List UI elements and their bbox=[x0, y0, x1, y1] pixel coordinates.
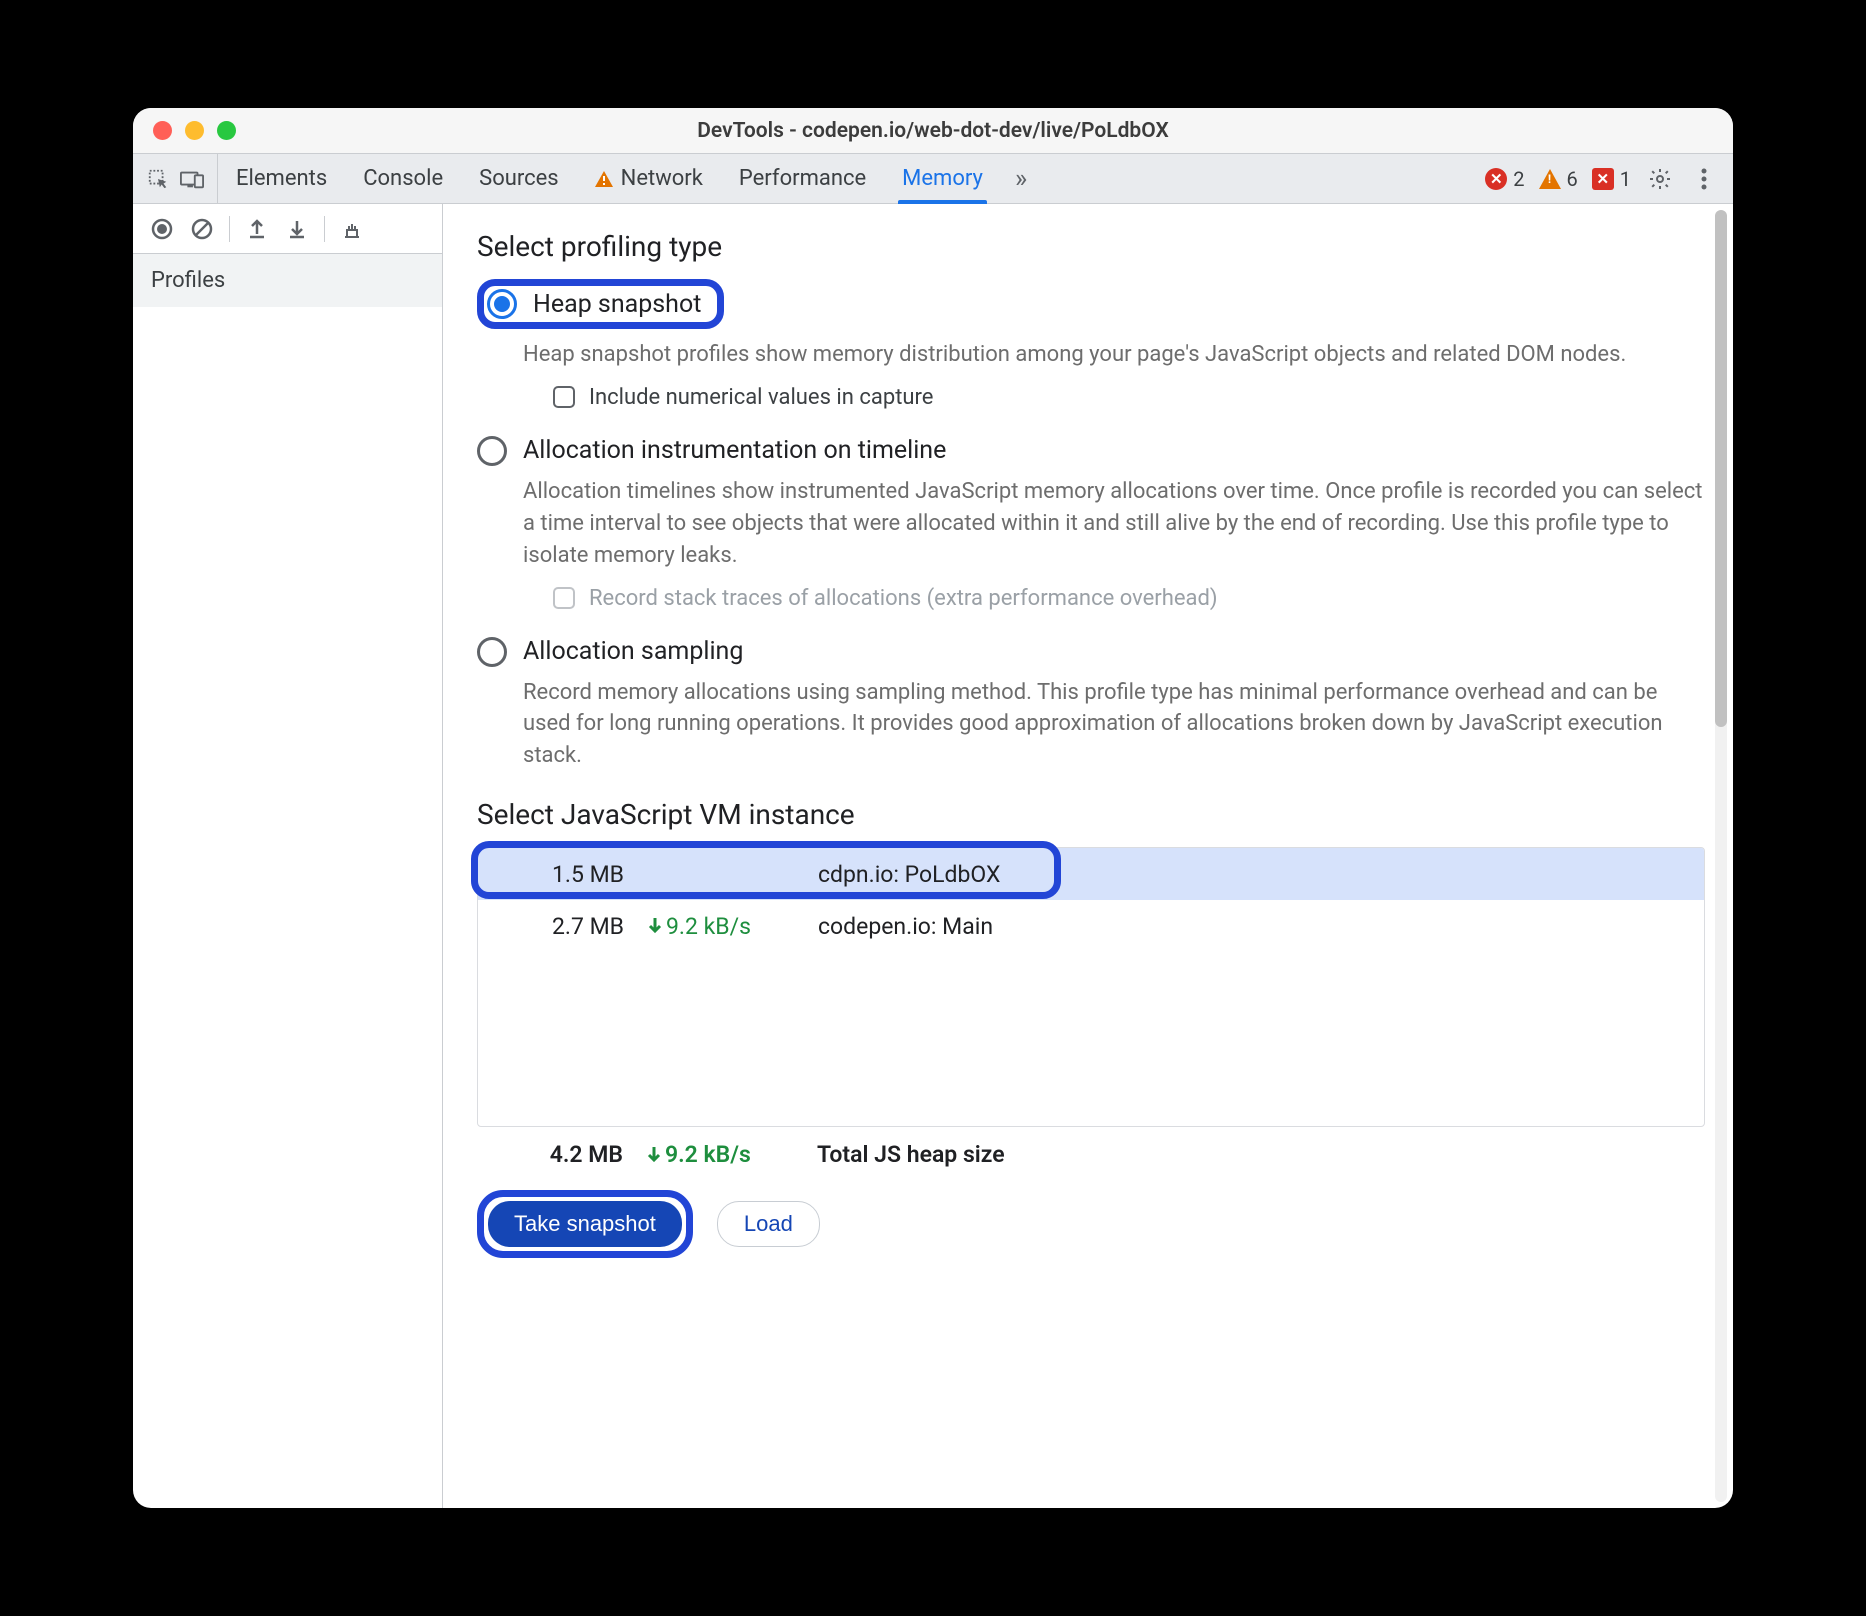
vm-totals-row: 4.2 MB 9.2 kB/s Total JS heap size bbox=[477, 1127, 1705, 1168]
separator bbox=[229, 216, 230, 242]
sidebar-toolbar bbox=[133, 204, 442, 254]
warnings-counter[interactable]: ! 6 bbox=[1539, 167, 1578, 191]
radio-allocation-timeline[interactable] bbox=[477, 436, 507, 466]
clear-button[interactable] bbox=[185, 212, 219, 246]
checkbox-record-stack-traces: Record stack traces of allocations (extr… bbox=[553, 586, 1705, 611]
download-button[interactable] bbox=[280, 212, 314, 246]
upload-button[interactable] bbox=[240, 212, 274, 246]
radio-heap-snapshot[interactable] bbox=[487, 289, 517, 319]
profile-option-title[interactable]: Allocation instrumentation on timeline bbox=[523, 436, 946, 465]
profile-option-description: Allocation timelines show instrumented J… bbox=[523, 476, 1705, 572]
scrollbar-thumb[interactable] bbox=[1715, 210, 1727, 727]
tabbar-right: ✕ 2 ! 6 ✕ 1 bbox=[1471, 154, 1733, 203]
total-rate: 9.2 kB/s bbox=[647, 1141, 817, 1168]
tab-network[interactable]: Network bbox=[577, 154, 721, 203]
vm-instance-row[interactable]: 2.7 MB 9.2 kB/s codepen.io: Main bbox=[478, 900, 1704, 952]
minimize-window-button[interactable] bbox=[185, 121, 204, 140]
panel-tabs: Elements Console Sources Network Perform… bbox=[218, 154, 1001, 203]
total-size: 4.2 MB bbox=[497, 1141, 647, 1168]
errors-counter[interactable]: ✕ 2 bbox=[1485, 167, 1524, 191]
inspect-element-icon[interactable] bbox=[143, 164, 173, 194]
profile-option-description: Record memory allocations using sampling… bbox=[523, 677, 1705, 773]
profile-option-allocation-timeline: Allocation instrumentation on timeline A… bbox=[477, 436, 1705, 611]
vm-name: cdpn.io: PoLdbOX bbox=[818, 861, 1684, 888]
vm-size: 1.5 MB bbox=[498, 861, 648, 888]
vm-instance-heading: Select JavaScript VM instance bbox=[477, 798, 1705, 831]
error-icon: ✕ bbox=[1485, 168, 1507, 190]
warning-triangle-icon bbox=[595, 171, 613, 187]
highlight-ring: Take snapshot bbox=[477, 1190, 693, 1258]
action-button-row: Take snapshot Load bbox=[477, 1190, 1705, 1258]
separator bbox=[324, 216, 325, 242]
vm-size: 2.7 MB bbox=[498, 913, 648, 940]
take-snapshot-button[interactable]: Take snapshot bbox=[488, 1201, 682, 1247]
vertical-scrollbar[interactable] bbox=[1715, 210, 1727, 1502]
issues-icon: ✕ bbox=[1592, 168, 1614, 190]
vm-name: codepen.io: Main bbox=[818, 913, 1684, 940]
tab-console[interactable]: Console bbox=[345, 154, 461, 203]
record-button[interactable] bbox=[145, 212, 179, 246]
profiles-sidebar: Profiles bbox=[133, 204, 443, 1508]
profile-option-title[interactable]: Heap snapshot bbox=[533, 290, 701, 319]
tabbar-left-tools bbox=[133, 154, 218, 203]
total-label: Total JS heap size bbox=[817, 1141, 1685, 1168]
close-window-button[interactable] bbox=[153, 121, 172, 140]
window-title: DevTools - codepen.io/web-dot-dev/live/P… bbox=[133, 119, 1733, 143]
checkbox-include-numerical[interactable]: Include numerical values in capture bbox=[553, 385, 1705, 410]
window-titlebar: DevTools - codepen.io/web-dot-dev/live/P… bbox=[133, 108, 1733, 154]
garbage-collect-button[interactable] bbox=[335, 212, 369, 246]
highlight-ring: Heap snapshot bbox=[477, 279, 724, 329]
vm-instance-section: 1.5 MB cdpn.io: PoLdbOX 2.7 MB 9.2 kB/s … bbox=[477, 847, 1705, 1127]
device-toolbar-icon[interactable] bbox=[177, 164, 207, 194]
settings-button[interactable] bbox=[1645, 164, 1675, 194]
vm-instance-row[interactable]: 1.5 MB cdpn.io: PoLdbOX bbox=[478, 848, 1704, 900]
profile-option-heap-snapshot: Heap snapshot Heap snapshot profiles sho… bbox=[477, 279, 1705, 410]
tab-performance[interactable]: Performance bbox=[721, 154, 884, 203]
load-button[interactable]: Load bbox=[717, 1201, 820, 1247]
profiling-type-heading: Select profiling type bbox=[477, 230, 1705, 263]
tab-elements[interactable]: Elements bbox=[218, 154, 345, 203]
more-tabs-button[interactable]: » bbox=[1001, 154, 1041, 203]
maximize-window-button[interactable] bbox=[217, 121, 236, 140]
tab-memory[interactable]: Memory bbox=[884, 154, 1001, 203]
memory-panel: Select profiling type Heap snapshot Heap… bbox=[443, 204, 1733, 1508]
issues-counter[interactable]: ✕ 1 bbox=[1592, 167, 1631, 191]
down-arrow-icon bbox=[647, 1147, 661, 1163]
profile-option-title[interactable]: Allocation sampling bbox=[523, 637, 743, 666]
devtools-tabbar: Elements Console Sources Network Perform… bbox=[133, 154, 1733, 204]
down-arrow-icon bbox=[648, 918, 662, 934]
devtools-window: DevTools - codepen.io/web-dot-dev/live/P… bbox=[133, 108, 1733, 1508]
checkbox-icon bbox=[553, 386, 575, 408]
profile-option-allocation-sampling: Allocation sampling Record memory alloca… bbox=[477, 637, 1705, 773]
warning-icon: ! bbox=[1539, 169, 1561, 189]
checkbox-icon bbox=[553, 587, 575, 609]
radio-allocation-sampling[interactable] bbox=[477, 637, 507, 667]
profile-option-description: Heap snapshot profiles show memory distr… bbox=[523, 339, 1705, 371]
window-traffic-lights bbox=[153, 121, 236, 140]
tab-sources[interactable]: Sources bbox=[461, 154, 577, 203]
panel-body: Profiles Select profiling type Heap snap… bbox=[133, 204, 1733, 1508]
vm-rate: 9.2 kB/s bbox=[648, 913, 818, 940]
sidebar-section-profiles[interactable]: Profiles bbox=[133, 254, 442, 307]
vm-instance-list: 1.5 MB cdpn.io: PoLdbOX 2.7 MB 9.2 kB/s … bbox=[477, 847, 1705, 1127]
more-options-button[interactable] bbox=[1689, 164, 1719, 194]
